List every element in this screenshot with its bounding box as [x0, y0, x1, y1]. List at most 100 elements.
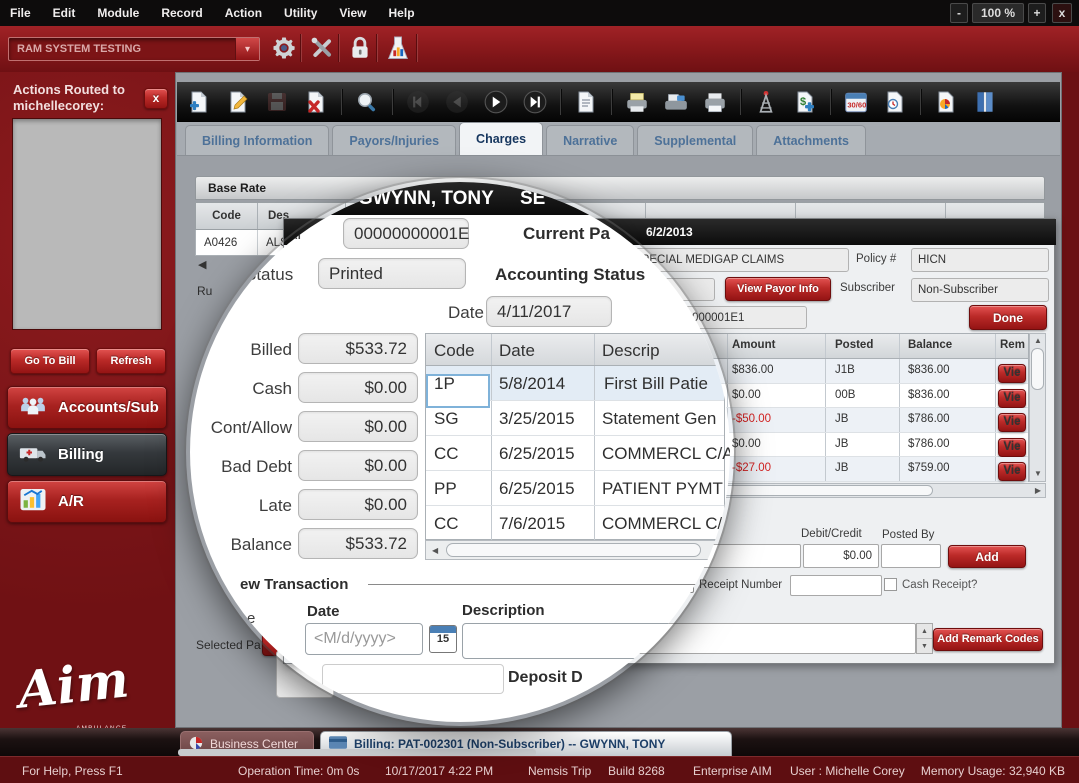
table-row[interactable]: $0.00 00B $836.00 Vie — [702, 384, 1028, 409]
tab-attachments[interactable]: Attachments — [756, 125, 866, 155]
view-remark-button[interactable]: Vie — [998, 438, 1026, 457]
edit-record-icon[interactable] — [224, 88, 252, 116]
menu-view[interactable]: View — [339, 6, 366, 20]
status-field[interactable]: Printed — [318, 258, 466, 289]
calendar-icon[interactable]: 15 — [429, 625, 457, 653]
aging-calendar-icon[interactable]: 30/60 — [842, 88, 870, 116]
debit-credit-label: Debit/Credit — [801, 528, 862, 540]
horizontal-scrollbar[interactable]: ◀ — [425, 540, 725, 560]
view-remark-button[interactable]: Vie — [998, 364, 1026, 383]
status-bar: For Help, Press F1 Operation Time: 0m 0s… — [0, 756, 1079, 783]
sidebar-item-billing[interactable]: Billing — [7, 433, 167, 476]
antenna-icon[interactable] — [752, 88, 780, 116]
zoom-in-button[interactable]: + — [1028, 3, 1046, 23]
scroll-left-icon[interactable]: ◀ — [198, 258, 206, 271]
table-row[interactable]: $836.00 J1B $836.00 Vie — [702, 359, 1028, 384]
view-remark-button[interactable]: Vie — [998, 389, 1026, 408]
sidebar-item-label: Accounts/Sub — [58, 399, 159, 416]
menu-file[interactable]: File — [10, 6, 31, 20]
table-row[interactable]: SG 3/25/2015 Statement Gen — [426, 401, 724, 436]
status-label: Status — [245, 265, 293, 285]
people-icon — [18, 390, 48, 425]
refresh-button[interactable]: Refresh — [96, 348, 166, 374]
receipt-printer-icon[interactable] — [623, 88, 651, 116]
magnifier-lens: GWYNN, TONY SE Ar 00000000001E Current P… — [190, 182, 730, 722]
table-row[interactable]: CC 7/6/2015 COMMERCL C/ — [426, 506, 724, 541]
chevron-down-icon[interactable]: ▾ — [235, 38, 259, 60]
close-icon[interactable]: x — [144, 88, 168, 109]
add-button[interactable]: Add — [948, 545, 1026, 568]
close-icon[interactable]: x — [1052, 3, 1072, 23]
cash-receipt-checkbox[interactable] — [884, 578, 897, 591]
status-build: Build 8268 — [608, 764, 665, 778]
ar-number-field[interactable]: 00000000001E — [343, 218, 469, 249]
tab-payors-injuries[interactable]: Payors/Injuries — [332, 125, 456, 155]
ledger-icon[interactable] — [971, 88, 999, 116]
cont-allow-label: Cont/Allow — [190, 418, 292, 438]
add-charge-icon[interactable]: $ — [791, 88, 819, 116]
tab-charges[interactable]: Charges — [459, 122, 543, 155]
chart-icon[interactable] — [380, 30, 416, 66]
system-select[interactable]: RAM SYSTEM TESTING ▾ — [8, 37, 260, 61]
sidebar-item-ar[interactable]: A/R — [7, 480, 167, 523]
last-record-icon[interactable] — [521, 88, 549, 116]
posted-by-field[interactable] — [881, 544, 941, 568]
record-toolbar: $ 30/60 — [177, 82, 1060, 122]
zoom-out-button[interactable]: - — [950, 3, 968, 23]
new-transaction-description-field[interactable] — [462, 623, 712, 659]
add-remark-codes-button[interactable]: Add Remark Codes — [933, 628, 1043, 651]
policy-field[interactable]: HICN — [911, 248, 1049, 272]
report-icon[interactable] — [932, 88, 960, 116]
accounting-status-label: Accounting Status — [495, 265, 645, 285]
receipt-number-field[interactable] — [790, 575, 882, 596]
delete-record-icon[interactable] — [302, 88, 330, 116]
table-row[interactable]: CC 6/25/2015 COMMERCL C/A — [426, 436, 724, 471]
window-horizontal-scrollbar[interactable] — [178, 749, 536, 756]
menu-utility[interactable]: Utility — [284, 6, 317, 20]
view-payor-info-button[interactable]: View Payor Info — [725, 277, 831, 301]
sidebar-item-accounts-sub[interactable]: Accounts/Sub — [7, 386, 167, 429]
menu-edit[interactable]: Edit — [53, 6, 76, 20]
debit-credit-field[interactable]: $0.00 — [803, 544, 879, 568]
subscriber-field[interactable]: Non-Subscriber — [911, 278, 1049, 302]
view-remark-button[interactable]: Vie — [998, 413, 1026, 432]
spinner-control[interactable]: ▲▼ — [916, 623, 933, 654]
table-row[interactable]: -$50.00 JB $786.00 Vie — [702, 408, 1028, 433]
table-row[interactable]: -$27.00 JB $759.00 Vie — [702, 457, 1028, 482]
fax-icon[interactable] — [662, 88, 690, 116]
schedule-icon[interactable] — [881, 88, 909, 116]
grid-header: Code Date Descrip — [426, 334, 724, 366]
aim-logo-script: Aim — [15, 649, 131, 719]
view-remark-button[interactable]: Vie — [998, 462, 1026, 481]
late-label: Late — [190, 496, 292, 516]
menu-module[interactable]: Module — [97, 6, 139, 20]
vertical-scrollbar[interactable]: ▲ ▼ — [1029, 333, 1046, 482]
app-window: File Edit Module Record Action Utility V… — [0, 0, 1079, 783]
table-row[interactable]: 1P 5/8/2014 First Bill Patie — [426, 366, 724, 401]
next-record-icon[interactable] — [482, 88, 510, 116]
date-field[interactable]: 4/11/2017 — [486, 296, 612, 327]
tab-supplemental[interactable]: Supplemental — [637, 125, 753, 155]
gear-icon[interactable] — [266, 30, 302, 66]
field[interactable] — [322, 664, 504, 694]
go-to-bill-button[interactable]: Go To Bill — [10, 348, 90, 374]
menu-record[interactable]: Record — [161, 6, 202, 20]
menu-help[interactable]: Help — [389, 6, 415, 20]
table-row[interactable]: PP 6/25/2015 PATIENT PYMT — [426, 471, 724, 506]
tab-narrative[interactable]: Narrative — [546, 125, 634, 155]
search-icon[interactable] — [353, 88, 381, 116]
table-row[interactable]: $0.00 JB $786.00 Vie — [702, 433, 1028, 458]
tools-icon[interactable] — [304, 30, 340, 66]
subscriber-label: Subscriber — [840, 282, 895, 294]
actions-list[interactable] — [12, 118, 162, 330]
document-icon[interactable] — [572, 88, 600, 116]
menu-action[interactable]: Action — [225, 6, 262, 20]
horizontal-scrollbar[interactable]: ◀ ▶ — [701, 483, 1046, 498]
printer-icon[interactable] — [701, 88, 729, 116]
new-record-icon[interactable] — [185, 88, 213, 116]
new-transaction-label: ew Transaction — [240, 576, 348, 593]
new-transaction-date-field[interactable]: <M/d/yyyy> — [305, 623, 423, 655]
lock-icon[interactable] — [342, 30, 378, 66]
done-button[interactable]: Done — [969, 305, 1047, 330]
tab-billing-information[interactable]: Billing Information — [185, 125, 329, 155]
